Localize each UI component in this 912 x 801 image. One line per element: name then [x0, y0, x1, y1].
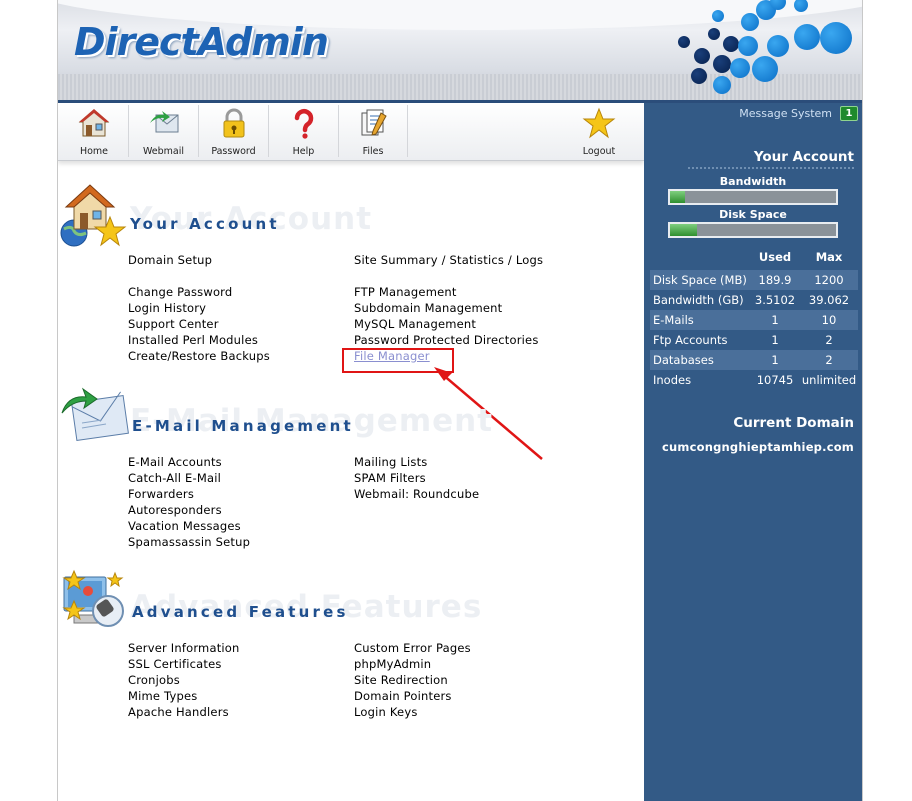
link-custom-error-pages[interactable]: Custom Error Pages — [354, 641, 471, 655]
advanced-section-title: Advanced Features — [132, 603, 349, 621]
toolbar-label: Help — [292, 146, 315, 157]
current-domain-title: Current Domain — [733, 415, 854, 431]
bandwidth-bar — [668, 189, 838, 205]
link-create-restore-backups[interactable]: Create/Restore Backups — [128, 349, 270, 363]
toolbar: Home Webmail Password Help Files Logout — [58, 103, 644, 161]
toolbar-files-button[interactable]: Files — [339, 103, 407, 159]
toolbar-help-button[interactable]: Help — [269, 103, 338, 159]
stats-row: Databases 1 2 — [650, 350, 858, 370]
stats-name: Bandwidth (GB) — [653, 293, 744, 307]
directadmin-logo[interactable]: DirectAdmin — [74, 20, 329, 64]
header-wave — [58, 74, 862, 100]
link-subdomain-management[interactable]: Subdomain Management — [354, 301, 502, 315]
message-system[interactable]: Message System 1 — [739, 103, 858, 123]
stats-name: E-Mails — [653, 313, 694, 327]
link-server-information[interactable]: Server Information — [128, 641, 240, 655]
account-section-title: Your Account — [130, 215, 280, 233]
main-content: Your Account Your Account Domain Setup C… — [58, 161, 644, 801]
link-catch-all-email[interactable]: Catch-All E-Mail — [128, 471, 221, 485]
stats-row: Ftp Accounts 1 2 — [650, 330, 858, 350]
toolbar-home-button[interactable]: Home — [60, 103, 128, 159]
star-icon — [582, 107, 616, 139]
link-ftp-management[interactable]: FTP Management — [354, 285, 457, 299]
link-mailing-lists[interactable]: Mailing Lists — [354, 455, 428, 469]
toolbar-label: Webmail — [142, 146, 185, 157]
link-spam-filters[interactable]: SPAM Filters — [354, 471, 426, 485]
sidebar-account-title: Your Account — [753, 149, 854, 165]
toolbar-label: Logout — [582, 146, 616, 157]
stats-max-header: Max — [815, 250, 843, 264]
link-domain-setup[interactable]: Domain Setup — [128, 253, 212, 267]
link-webmail-roundcube[interactable]: Webmail: Roundcube — [354, 487, 479, 501]
toolbar-label: Files — [362, 146, 384, 157]
toolbar-password-button[interactable]: Password — [199, 103, 268, 159]
dotted-divider — [688, 167, 854, 169]
link-cronjobs[interactable]: Cronjobs — [128, 673, 180, 687]
files-icon — [361, 109, 387, 136]
page-frame: DirectAdmin Home Webmail Password Help F… — [57, 0, 863, 801]
toolbar-webmail-button[interactable]: Webmail — [129, 103, 198, 159]
advanced-features-icon — [62, 569, 124, 627]
usage-stats-table: Used Max Disk Space (MB) 189.9 1200 Band… — [650, 246, 858, 390]
account-sidebar: Message System 1 Your Account Bandwidth … — [644, 103, 862, 801]
account-house-icon — [60, 184, 127, 247]
disk-space-label: Disk Space — [719, 208, 787, 221]
link-spamassassin-setup[interactable]: Spamassassin Setup — [128, 535, 250, 549]
disk-space-bar-fill — [670, 224, 697, 236]
link-mysql-management[interactable]: MySQL Management — [354, 317, 476, 331]
house-icon — [78, 109, 110, 137]
link-site-summary[interactable]: Site Summary / Statistics / Logs — [354, 253, 543, 267]
link-forwarders[interactable]: Forwarders — [128, 487, 194, 501]
link-support-center[interactable]: Support Center — [128, 317, 219, 331]
link-email-accounts[interactable]: E-Mail Accounts — [128, 455, 222, 469]
lock-icon — [223, 108, 244, 138]
stats-row: Inodes 10745 unlimited — [650, 370, 858, 390]
disk-space-bar — [668, 222, 838, 238]
toolbar-label: Home — [79, 146, 109, 157]
message-system-label: Message System — [739, 106, 832, 120]
stats-max: unlimited — [801, 373, 857, 387]
header-banner: DirectAdmin — [58, 0, 862, 100]
current-domain-name: cumcongnghieptamhiep.com — [662, 440, 854, 454]
link-login-history[interactable]: Login History — [128, 301, 206, 315]
link-domain-pointers[interactable]: Domain Pointers — [354, 689, 452, 703]
link-password-protected-directories[interactable]: Password Protected Directories — [354, 333, 539, 347]
link-vacation-messages[interactable]: Vacation Messages — [128, 519, 241, 533]
stats-max: 1200 — [814, 273, 844, 287]
stats-max: 10 — [821, 313, 837, 327]
toolbar-separator — [407, 105, 408, 157]
stats-header: Used Max — [650, 246, 858, 270]
stats-name: Databases — [653, 353, 714, 367]
link-autoresponders[interactable]: Autoresponders — [128, 503, 222, 517]
email-section-title: E-Mail Management — [132, 417, 354, 435]
stats-row: E-Mails 1 10 — [650, 310, 858, 330]
link-site-redirection[interactable]: Site Redirection — [354, 673, 448, 687]
link-mime-types[interactable]: Mime Types — [128, 689, 197, 703]
link-ssl-certificates[interactable]: SSL Certificates — [128, 657, 222, 671]
toolbar-label: Password — [211, 146, 256, 157]
link-installed-perl-modules[interactable]: Installed Perl Modules — [128, 333, 258, 347]
stats-name: Ftp Accounts — [653, 333, 728, 347]
question-icon — [294, 109, 313, 139]
message-count-badge[interactable]: 1 — [840, 105, 858, 121]
stats-max: 2 — [825, 353, 833, 367]
toolbar-logout-button[interactable]: Logout — [564, 103, 634, 159]
mail-icon — [149, 111, 178, 133]
link-apache-handlers[interactable]: Apache Handlers — [128, 705, 229, 719]
stats-max: 39.062 — [808, 293, 850, 307]
stats-name: Inodes — [653, 373, 692, 387]
link-phpmyadmin[interactable]: phpMyAdmin — [354, 657, 431, 671]
stats-row: Disk Space (MB) 189.9 1200 — [650, 270, 858, 290]
bandwidth-label: Bandwidth — [719, 175, 787, 188]
stats-name: Disk Space (MB) — [653, 273, 747, 287]
email-envelope-icon — [61, 387, 129, 441]
bandwidth-bar-fill — [670, 191, 685, 203]
stats-row: Bandwidth (GB) 3.5102 39.062 — [650, 290, 858, 310]
stats-max: 2 — [825, 333, 833, 347]
link-change-password[interactable]: Change Password — [128, 285, 232, 299]
link-login-keys[interactable]: Login Keys — [354, 705, 418, 719]
annotation-highlight-box — [342, 348, 454, 373]
